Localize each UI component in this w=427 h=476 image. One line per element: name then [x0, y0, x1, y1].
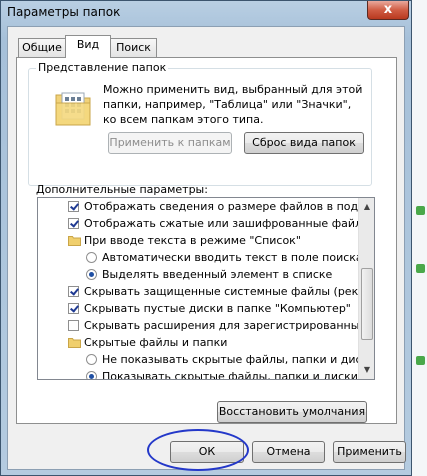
list-item: При вводе текста в режиме "Список"	[38, 232, 358, 249]
list-item-label: При вводе текста в режиме "Список"	[84, 234, 301, 247]
list-item[interactable]: Скрывать пустые диски в папке "Компьютер…	[38, 300, 358, 317]
radio-button[interactable]	[86, 252, 97, 263]
tab-view[interactable]: Вид	[65, 35, 111, 58]
apply-to-folders-button[interactable]: Применить к папкам	[108, 132, 232, 154]
cancel-button[interactable]: Отмена	[252, 441, 325, 463]
radio-button[interactable]	[86, 354, 97, 365]
scroll-down-icon[interactable]: ▼	[361, 363, 373, 377]
scrollbar[interactable]: ▲ ▼	[358, 198, 374, 379]
radio-button[interactable]	[86, 269, 97, 280]
list-item-label: Показывать скрытые файлы, папки и диски	[102, 370, 358, 380]
tab-label: Вид	[76, 38, 100, 51]
window-title: Параметры папок	[7, 5, 121, 19]
check-icon	[416, 206, 425, 215]
list-item[interactable]: Отображать сжатые или зашифрованные файл…	[38, 215, 358, 232]
checkbox[interactable]	[68, 303, 79, 314]
list-item-label: Не показывать скрытые файлы, папки и дис…	[102, 353, 358, 366]
list-item: Скрытые файлы и папки	[38, 334, 358, 351]
list-item-label: Отображать сжатые или зашифрованные файл…	[84, 217, 358, 230]
annotation-circle	[147, 429, 249, 471]
folder-grid-icon	[55, 92, 91, 126]
list-item-label: Скрытые файлы и папки	[84, 336, 228, 349]
list-item[interactable]: Показывать скрытые файлы, папки и диски	[38, 368, 358, 380]
checkbox[interactable]	[68, 201, 79, 212]
tab-general[interactable]: Общие	[18, 38, 66, 57]
check-icon	[416, 356, 425, 365]
checkbox[interactable]	[68, 286, 79, 297]
list-item-label: Отображать сведения о размере файлов в п…	[84, 200, 358, 213]
folder-views-description: Можно применить вид, выбранный для этой …	[103, 83, 363, 126]
list-item-label: Автоматически вводить текст в поле поиск…	[102, 251, 358, 264]
restore-defaults-button[interactable]: Восстановить умолчания	[217, 401, 367, 423]
folder-options-dialog: Параметры папок x Общие Вид Поиск Предст…	[0, 0, 412, 476]
folder-views-title: Представление папок	[36, 61, 169, 74]
radio-button[interactable]	[86, 371, 97, 379]
tab-label: Общие	[22, 41, 62, 54]
title-bar[interactable]: Параметры папок x	[1, 1, 411, 25]
list-item[interactable]: Скрывать расширения для зарегистрированн…	[38, 317, 358, 334]
apply-button[interactable]: Применить	[333, 441, 406, 463]
reset-folders-button[interactable]: Сброс вида папок	[244, 132, 364, 154]
list-item-label: Скрывать пустые диски в папке "Компьютер…	[84, 302, 351, 315]
list-item-label: Скрывать защищенные системные файлы (рек…	[84, 285, 358, 298]
dialog-client-area: Общие Вид Поиск Представление папок Можн…	[7, 26, 406, 470]
close-icon: x	[383, 2, 393, 17]
list-item[interactable]: Выделять введенный элемент в списке	[38, 266, 358, 283]
tab-search[interactable]: Поиск	[110, 38, 157, 57]
folder-icon	[68, 236, 81, 246]
check-icon	[416, 264, 425, 273]
advanced-settings-label: Дополнительные параметры:	[36, 183, 208, 196]
list-item-label: Скрывать расширения для зарегистрированн…	[84, 319, 358, 332]
list-item[interactable]: Отображать сведения о размере файлов в п…	[38, 198, 358, 215]
tab-label: Поиск	[116, 41, 151, 54]
scroll-thumb[interactable]	[361, 268, 373, 340]
folder-icon	[68, 338, 81, 348]
advanced-settings-list[interactable]: Отображать сведения о размере файлов в п…	[37, 197, 375, 380]
close-button[interactable]: x	[367, 1, 409, 20]
checkbox[interactable]	[68, 320, 79, 331]
list-item[interactable]: Не показывать скрытые файлы, папки и дис…	[38, 351, 358, 368]
background-window-edge	[412, 0, 427, 476]
checkbox[interactable]	[68, 218, 79, 229]
list-item[interactable]: Автоматически вводить текст в поле поиск…	[38, 249, 358, 266]
list-item-label: Выделять введенный элемент в списке	[102, 268, 333, 281]
scroll-up-icon[interactable]: ▲	[361, 200, 373, 214]
list-item[interactable]: Скрывать защищенные системные файлы (рек…	[38, 283, 358, 300]
